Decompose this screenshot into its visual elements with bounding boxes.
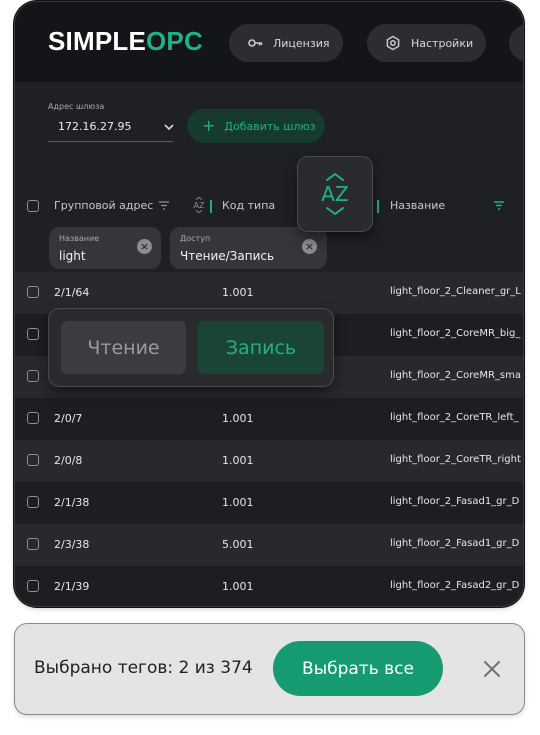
table-row[interactable]: 2/1/64 1.001 light_floor_2_Cleaner_gr_L bbox=[15, 272, 523, 314]
table-row[interactable]: 2/1/38 1.001 light_floor_2_Fasad1_gr_D bbox=[15, 482, 523, 524]
selection-count-text: Выбрано тегов: 2 из 374 bbox=[34, 658, 253, 678]
more-nav-button[interactable] bbox=[509, 24, 523, 62]
column-divider[interactable] bbox=[210, 200, 212, 213]
table-row[interactable]: 2/1/39 1.001 light_floor_2_Fasad2_gr_D bbox=[15, 566, 523, 606]
header-type-code[interactable]: Код типа bbox=[222, 199, 275, 212]
clear-filter-icon[interactable]: × bbox=[302, 239, 317, 254]
gateway-select[interactable]: 172.16.27.95 bbox=[58, 120, 131, 133]
header-group-address[interactable]: Групповой адрес bbox=[54, 199, 153, 212]
filter-chip-label: Название bbox=[59, 234, 100, 243]
plus-icon: + bbox=[202, 116, 216, 135]
row-address: 2/1/38 bbox=[54, 496, 90, 509]
row-name: light_floor_2_Fasad1_gr_D bbox=[390, 496, 520, 507]
selection-toast: Выбрано тегов: 2 из 374 Выбрать все bbox=[15, 624, 524, 714]
settings-label: Настройки bbox=[411, 36, 474, 50]
column-divider[interactable] bbox=[377, 200, 379, 213]
row-address: 2/1/39 bbox=[54, 580, 90, 593]
chevron-down-icon[interactable] bbox=[162, 120, 176, 134]
filter-chip-access[interactable]: Доступ Чтение/Запись × bbox=[170, 227, 327, 269]
app-logo: SIMPLEOPC bbox=[48, 26, 203, 56]
row-name: light_floor_2_Cleaner_gr_L bbox=[390, 286, 521, 297]
row-type: 1.001 bbox=[222, 286, 254, 299]
row-name: light_floor_2_CoreTR_right bbox=[390, 454, 521, 465]
table-row[interactable]: 2/0/8 1.001 light_floor_2_CoreTR_right bbox=[15, 440, 523, 482]
access-read-option[interactable]: Чтение bbox=[61, 321, 186, 374]
row-name: light_floor_2_CoreMR_big_ bbox=[390, 328, 521, 339]
license-button[interactable]: Лицензия bbox=[229, 24, 343, 62]
row-address: 2/3/38 bbox=[54, 538, 90, 551]
row-address: 2/1/64 bbox=[54, 286, 90, 299]
row-type: 1.001 bbox=[222, 496, 254, 509]
filter-icon[interactable] bbox=[159, 201, 169, 210]
row-checkbox[interactable] bbox=[27, 538, 39, 550]
sort-az-label: AZ bbox=[321, 182, 348, 206]
license-label: Лицензия bbox=[273, 36, 330, 50]
row-address: 2/0/8 bbox=[54, 454, 83, 467]
app-window: SIMPLEOPC Лицензия Настройки Адрес шлюза… bbox=[15, 2, 523, 606]
top-bar: SIMPLEOPC Лицензия Настройки bbox=[15, 2, 523, 82]
add-gateway-button[interactable]: + Добавить шлюз bbox=[187, 109, 325, 143]
table-row[interactable]: 2/3/38 5.001 light_floor_2_Fasad1_gr_D bbox=[15, 524, 523, 566]
key-icon bbox=[247, 35, 263, 51]
filter-chip-value: light bbox=[59, 249, 86, 263]
sort-az-icon[interactable]: AZ bbox=[193, 197, 205, 213]
row-checkbox[interactable] bbox=[27, 580, 39, 592]
add-gateway-label: Добавить шлюз bbox=[224, 119, 316, 133]
row-name: light_floor_2_Fasad2_gr_D bbox=[390, 580, 520, 591]
filter-chip-value: Чтение/Запись bbox=[180, 249, 275, 263]
header-name[interactable]: Название bbox=[390, 199, 445, 212]
close-icon[interactable] bbox=[481, 658, 503, 680]
row-type: 1.001 bbox=[222, 412, 254, 425]
sort-az-large-icon: AZ bbox=[321, 173, 349, 215]
filter-chip-label: Доступ bbox=[180, 234, 211, 243]
settings-button[interactable]: Настройки bbox=[367, 24, 486, 62]
row-checkbox[interactable] bbox=[27, 454, 39, 466]
row-checkbox[interactable] bbox=[27, 328, 39, 340]
filter-active-icon[interactable] bbox=[494, 201, 504, 210]
row-checkbox[interactable] bbox=[27, 496, 39, 508]
access-mode-popup: Чтение Запись bbox=[49, 309, 333, 386]
select-all-checkbox[interactable] bbox=[27, 200, 39, 212]
row-name: light_floor_2_Fasad1_gr_D bbox=[390, 538, 520, 549]
settings-icon bbox=[385, 35, 401, 51]
table-row[interactable]: 2/0/7 1.001 light_floor_2_CoreTR_left_ bbox=[15, 398, 523, 440]
gateway-underline bbox=[48, 141, 173, 142]
row-name: light_floor_2_CoreMR_sma bbox=[390, 370, 521, 381]
clear-filter-icon[interactable]: × bbox=[137, 239, 152, 254]
select-all-button[interactable]: Выбрать все bbox=[273, 641, 443, 696]
sort-az-popup[interactable]: AZ bbox=[298, 157, 372, 231]
svg-text:AZ: AZ bbox=[194, 201, 205, 210]
row-type: 1.001 bbox=[222, 454, 254, 467]
access-write-option[interactable]: Запись bbox=[198, 321, 324, 374]
row-name: light_floor_2_CoreTR_left_ bbox=[390, 412, 519, 423]
row-address: 2/0/7 bbox=[54, 412, 83, 425]
row-checkbox[interactable] bbox=[27, 412, 39, 424]
filter-chip-name[interactable]: Название light × bbox=[49, 227, 161, 269]
gateway-label: Адрес шлюза bbox=[48, 102, 105, 111]
row-checkbox[interactable] bbox=[27, 370, 39, 382]
row-type: 1.001 bbox=[222, 580, 254, 593]
row-type: 5.001 bbox=[222, 538, 254, 551]
row-checkbox[interactable] bbox=[27, 286, 39, 298]
